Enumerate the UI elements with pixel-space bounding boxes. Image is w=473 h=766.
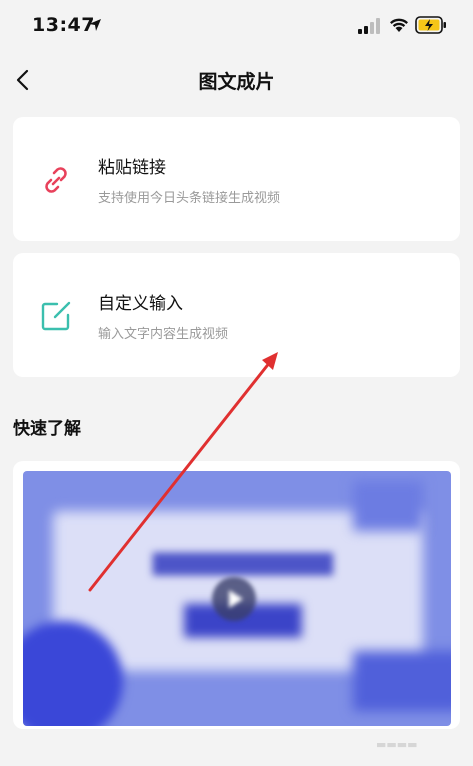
card-subtitle: 支持使用今日头条链接生成视频 bbox=[98, 191, 281, 206]
section-title: 快速了解 bbox=[13, 419, 81, 439]
paste-link-card[interactable]: 粘贴链接 支持使用今日头条链接生成视频 bbox=[13, 117, 460, 241]
wifi-icon bbox=[390, 18, 408, 32]
location-arrow-icon bbox=[89, 19, 101, 31]
watermark: ▬▬▬▬ bbox=[376, 738, 418, 751]
tutorial-video-card[interactable]: ▆▆▆▆▆▆▆▆▆ ▆▆▆▆ bbox=[13, 461, 460, 729]
status-bar: 13:47 bbox=[0, 0, 473, 50]
custom-input-card[interactable]: 自定义输入 输入文字内容生成视频 bbox=[13, 253, 460, 377]
play-icon[interactable] bbox=[211, 576, 257, 622]
link-icon bbox=[45, 167, 67, 193]
navigation-bar: 图文成片 bbox=[0, 55, 473, 105]
thumbnail-decoration bbox=[353, 651, 451, 711]
page-title: 图文成片 bbox=[198, 71, 275, 93]
card-subtitle: 输入文字内容生成视频 bbox=[98, 327, 229, 342]
battery-charging-icon bbox=[415, 16, 446, 34]
card-title: 自定义输入 bbox=[98, 294, 183, 314]
thumbnail-blurred-text: ▆▆▆▆▆▆▆▆▆ bbox=[153, 546, 333, 576]
video-thumbnail[interactable]: ▆▆▆▆▆▆▆▆▆ ▆▆▆▆ bbox=[23, 471, 451, 726]
thumbnail-decoration bbox=[353, 481, 423, 531]
card-title: 粘贴链接 bbox=[98, 158, 166, 178]
cellular-signal-icon bbox=[358, 18, 380, 34]
status-time: 13:47 bbox=[32, 14, 95, 36]
edit-icon bbox=[41, 301, 71, 331]
